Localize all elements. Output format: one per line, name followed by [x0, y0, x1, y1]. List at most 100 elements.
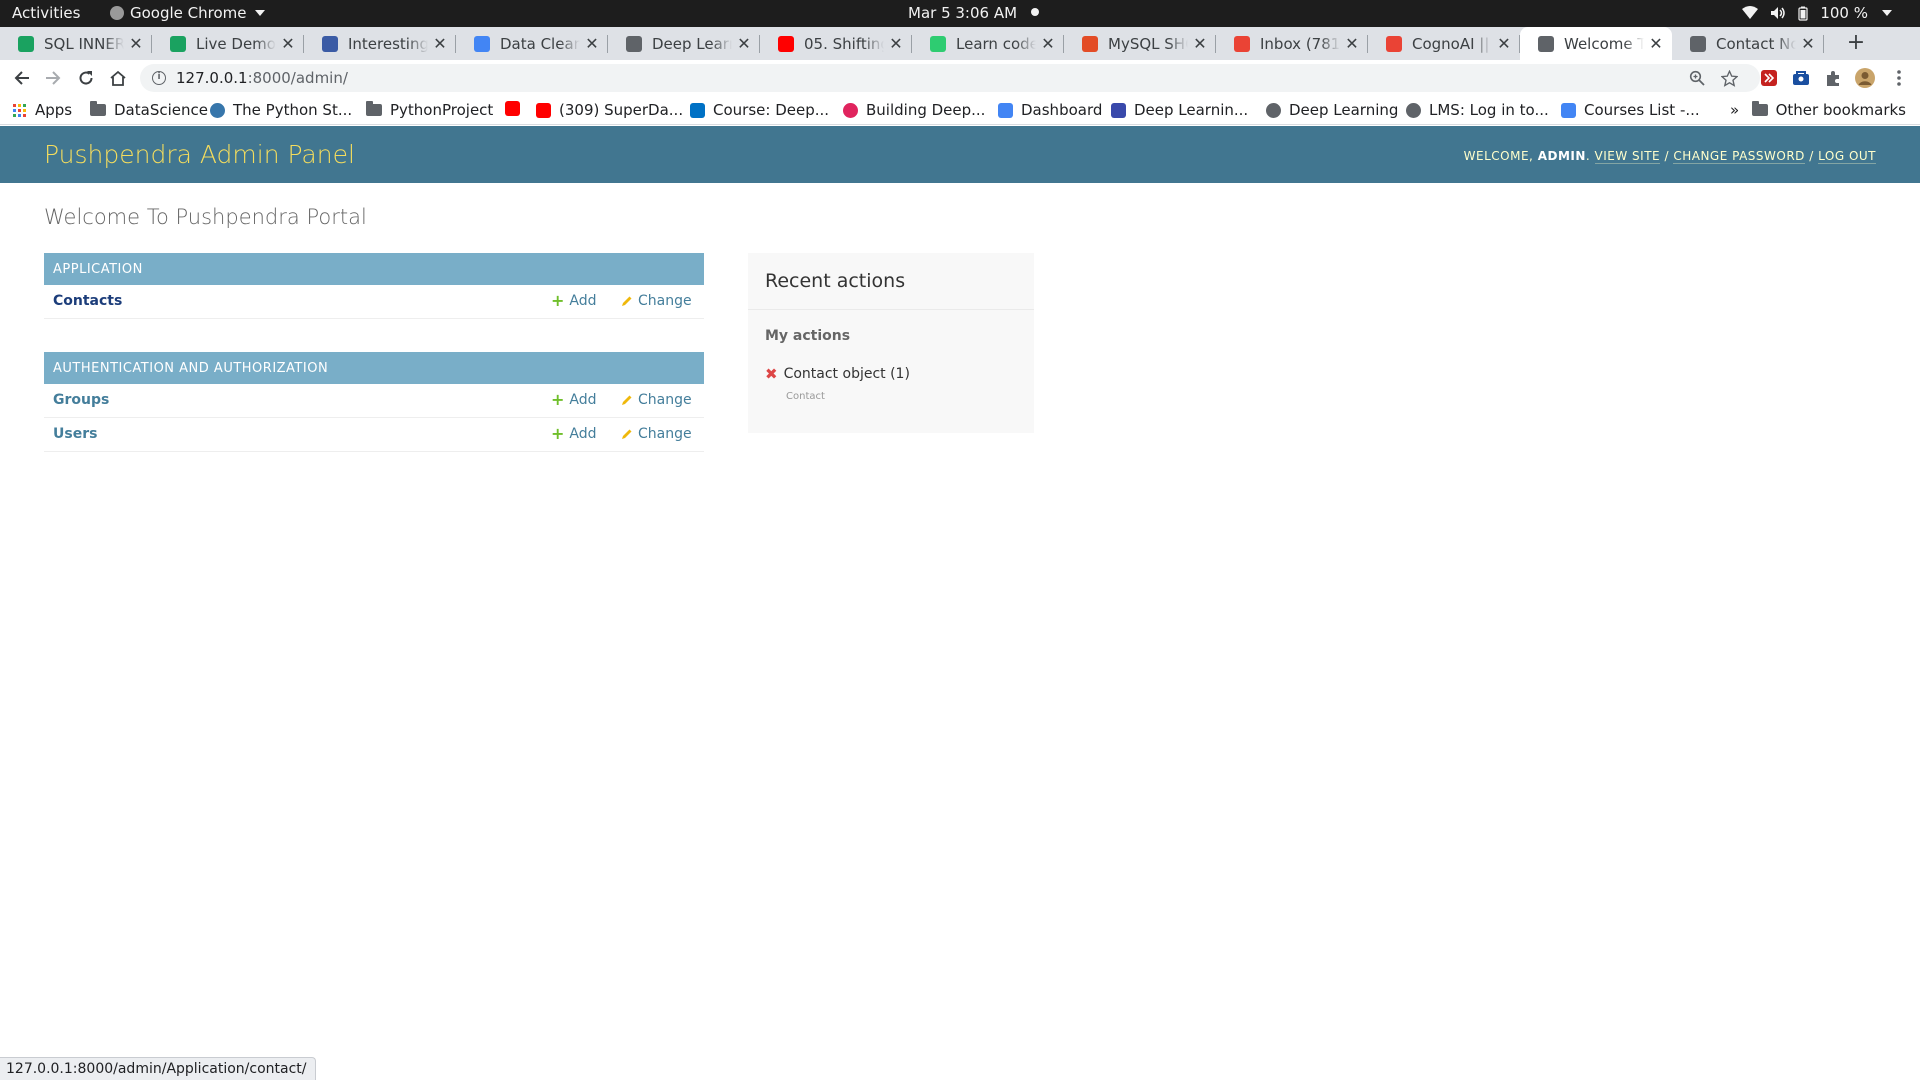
view-site-link[interactable]: VIEW SITE [1594, 149, 1661, 164]
add-link[interactable]: + Add [551, 293, 597, 310]
tab[interactable]: Learn code o✕ [912, 27, 1064, 60]
tab-active[interactable]: Welcome To✕ [1520, 27, 1672, 60]
tab[interactable]: Inbox (781) -✕ [1216, 27, 1368, 60]
new-tab-button[interactable]: + [1842, 27, 1870, 60]
reload-button[interactable] [74, 66, 98, 90]
tab-close-icon[interactable]: ✕ [584, 34, 600, 53]
bookmark-item[interactable]: DataScience [90, 101, 208, 119]
change-link[interactable]: Change [621, 426, 692, 442]
extensions-puzzle-icon[interactable] [1822, 67, 1844, 89]
tab-close-icon[interactable]: ✕ [736, 34, 752, 53]
bookmark-item[interactable]: Other bookmarks [1751, 101, 1906, 119]
tab[interactable]: 05. Shifting i✕ [760, 27, 912, 60]
bookmark-item[interactable]: Dashboard [998, 101, 1102, 119]
tab-close-icon[interactable]: ✕ [888, 34, 904, 53]
red-circle-icon [843, 102, 858, 118]
tab-favicon-icon [18, 35, 34, 52]
model-row: Users + Add Change [44, 418, 704, 452]
change-link[interactable]: Change [621, 392, 692, 408]
forward-button[interactable] [41, 66, 65, 90]
arrow-left-icon [14, 71, 29, 85]
globe-icon [1266, 102, 1281, 118]
site-info-icon[interactable]: i [152, 71, 166, 85]
tab-title: Interesting P [348, 34, 428, 53]
caret-down-icon [1882, 10, 1892, 16]
app-menu[interactable]: Google Chrome [110, 4, 265, 22]
tab-title: Welcome To [1564, 34, 1644, 53]
bookmark-item[interactable]: Course: Deep... [690, 101, 829, 119]
bookmark-star-icon[interactable] [1718, 67, 1740, 89]
system-tray[interactable]: 100 % [1742, 4, 1892, 22]
tab-close-icon[interactable]: ✕ [280, 34, 296, 53]
bookmark-item[interactable]: Courses List -... [1561, 101, 1700, 119]
model-link-groups[interactable]: Groups [53, 392, 109, 408]
tab-close-icon[interactable]: ✕ [1648, 34, 1664, 53]
add-link[interactable]: + Add [551, 424, 597, 443]
site-branding[interactable]: Pushpendra Admin Panel [44, 140, 355, 169]
extension-blue-icon[interactable] [1790, 67, 1812, 89]
tab-close-icon[interactable]: ✕ [1344, 34, 1360, 53]
bookmarks-bar: Apps DataScience The Python St... PythonPro… [0, 96, 1920, 125]
tab-favicon-icon [930, 35, 946, 52]
volume-icon [1771, 7, 1786, 19]
tab[interactable]: CognoAI || Dj✕ [1368, 27, 1520, 60]
recent-action-item: ✖ Contact object (1) [765, 365, 910, 383]
profile-avatar[interactable] [1854, 67, 1876, 89]
recent-actions-panel: Recent actions My actions ✖ Contact obje… [748, 253, 1034, 433]
module-caption[interactable]: APPLICATION [44, 253, 704, 285]
bookmark-item[interactable]: LMS: Log in to... [1406, 101, 1549, 119]
tab[interactable]: Live Demo: SQL✕ [152, 27, 304, 60]
bookmark-label: » [1730, 101, 1740, 119]
tab[interactable]: Data Cleaning✕ [456, 27, 608, 60]
log-out-link[interactable]: LOG OUT [1818, 149, 1876, 164]
module-caption[interactable]: AUTHENTICATION AND AUTHORIZATION [44, 352, 704, 384]
separator: / [1664, 149, 1669, 163]
back-button[interactable] [10, 66, 34, 90]
home-button[interactable] [106, 66, 130, 90]
bookmark-item[interactable]: Deep Learnin... [1111, 101, 1248, 119]
recent-action-type: Contact [786, 391, 825, 402]
tab[interactable]: Contact Nos✕ [1672, 27, 1824, 60]
bookmark-item[interactable]: PythonProject [366, 101, 493, 119]
bookmark-item[interactable]: Deep Learning [1266, 101, 1398, 119]
bookmark-item[interactable]: Apps [12, 101, 72, 119]
clock[interactable]: Mar 5 3:06 AM [908, 4, 1040, 22]
bookmark-label: Courses List -... [1584, 101, 1700, 119]
extension-red-icon[interactable] [1758, 67, 1780, 89]
chrome-menu-button[interactable] [1888, 67, 1910, 89]
tab-close-icon[interactable]: ✕ [1192, 34, 1208, 53]
bookmarks-overflow-button[interactable]: » [1730, 101, 1739, 119]
activities-button[interactable]: Activities [12, 4, 80, 22]
bookmark-label: Building Deep... [866, 101, 986, 119]
tab-close-icon[interactable]: ✕ [1496, 34, 1512, 53]
py-icon [998, 102, 1013, 118]
change-password-link[interactable]: CHANGE PASSWORD [1673, 149, 1805, 164]
tab[interactable]: MySQL SHOW✕ [1064, 27, 1216, 60]
add-link[interactable]: + Add [551, 392, 597, 409]
tab-close-icon[interactable]: ✕ [432, 34, 448, 53]
folder-icon [90, 101, 106, 116]
plus-icon: + [551, 424, 565, 443]
address-bar[interactable]: i 127.0.0.1:8000/admin/ [140, 64, 1760, 92]
tab-title: CognoAI || Dj [1412, 34, 1492, 53]
tab[interactable]: Interesting P✕ [304, 27, 456, 60]
tab-close-icon[interactable]: ✕ [128, 34, 144, 53]
tab[interactable]: Deep Learning✕ [608, 27, 760, 60]
tab-close-icon[interactable]: ✕ [1800, 34, 1816, 53]
zoom-icon[interactable] [1686, 67, 1708, 89]
tab-title: Live Demo: SQL [196, 34, 276, 53]
bookmark-item[interactable]: The Python St... [210, 101, 352, 119]
model-link-contacts[interactable]: Contacts [53, 293, 122, 309]
model-link-users[interactable]: Users [53, 426, 97, 442]
change-link[interactable]: Change [621, 293, 692, 309]
model-row: Contacts + Add Change [44, 285, 704, 319]
change-label: Change [638, 293, 692, 309]
battery-label: 100 % [1820, 4, 1868, 22]
tab-close-icon[interactable]: ✕ [1040, 34, 1056, 53]
bookmark-item[interactable] [505, 101, 520, 116]
bookmark-item[interactable]: (309) SuperDa... [536, 101, 683, 119]
bookmark-item[interactable]: Building Deep... [843, 101, 985, 119]
google-icon [1561, 102, 1576, 118]
add-label: Add [569, 426, 597, 442]
tab[interactable]: SQL INNER JOIN✕ [0, 27, 152, 60]
